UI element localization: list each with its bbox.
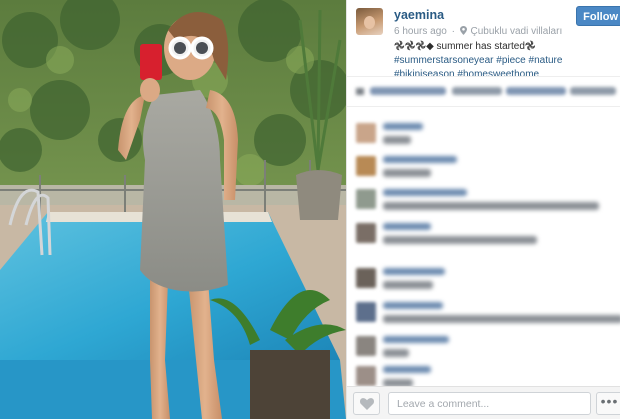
location-link[interactable]: Çubuklu vadi villaları bbox=[471, 26, 563, 37]
commenter-avatar[interactable] bbox=[356, 268, 376, 288]
post-details-panel: yaemina 6 hours ago · Çubuklu vadi villa… bbox=[346, 0, 620, 419]
likes-redaction bbox=[356, 87, 616, 95]
commenter-name[interactable] bbox=[383, 366, 431, 373]
photo-image bbox=[0, 0, 346, 419]
hashtag-link[interactable]: #bikiniseason bbox=[394, 69, 455, 80]
comment-footer: ••• bbox=[347, 386, 620, 419]
comment-item bbox=[356, 334, 618, 366]
commenter-name[interactable] bbox=[383, 156, 457, 163]
post-time[interactable]: 6 hours ago bbox=[394, 26, 447, 37]
commenter-name[interactable] bbox=[383, 123, 423, 130]
caption-emoji: 𖣘𖣘𖣘◆ bbox=[394, 41, 434, 52]
comment-text bbox=[383, 281, 433, 289]
commenter-avatar[interactable] bbox=[356, 123, 376, 143]
comment-text bbox=[383, 202, 599, 210]
username-link[interactable]: yaemina bbox=[394, 8, 444, 22]
comment-item bbox=[356, 121, 618, 153]
likes-list-blurred bbox=[356, 84, 618, 98]
comment-text bbox=[383, 169, 431, 177]
commenter-name[interactable] bbox=[383, 223, 431, 230]
location-pin-icon bbox=[459, 26, 467, 35]
commenter-avatar[interactable] bbox=[356, 156, 376, 176]
comment-item bbox=[356, 300, 620, 332]
comment-text bbox=[383, 236, 537, 244]
commenter-name[interactable] bbox=[383, 336, 449, 343]
more-options-button[interactable]: ••• bbox=[596, 392, 620, 415]
meta-separator: · bbox=[451, 26, 455, 37]
caption-text: summer has started bbox=[433, 41, 525, 52]
like-button[interactable] bbox=[353, 392, 380, 415]
follow-button[interactable]: Follow bbox=[576, 6, 620, 26]
comment-item bbox=[356, 154, 618, 186]
hashtag-link[interactable]: #nature bbox=[529, 55, 563, 66]
likes-divider bbox=[347, 106, 620, 107]
commenter-avatar[interactable] bbox=[356, 366, 376, 386]
hashtag-link[interactable]: #piece bbox=[496, 55, 525, 66]
ellipsis-icon: ••• bbox=[600, 393, 619, 409]
post-meta: 6 hours ago · Çubuklu vadi villaları bbox=[394, 26, 562, 37]
hashtag-link[interactable]: #homesweethome bbox=[457, 69, 539, 80]
commenter-name[interactable] bbox=[383, 302, 443, 309]
commenter-avatar[interactable] bbox=[356, 302, 376, 322]
comment-item bbox=[356, 266, 618, 298]
comment-text bbox=[383, 349, 409, 357]
comment-item bbox=[356, 221, 618, 253]
commenter-avatar[interactable] bbox=[356, 189, 376, 209]
comment-text bbox=[383, 136, 411, 144]
comment-text bbox=[383, 315, 620, 323]
header-divider bbox=[347, 76, 620, 77]
commenter-name[interactable] bbox=[383, 189, 467, 196]
commenter-avatar[interactable] bbox=[356, 336, 376, 356]
comment-input[interactable] bbox=[388, 392, 591, 415]
post-header: yaemina 6 hours ago · Çubuklu vadi villa… bbox=[347, 0, 620, 84]
comment-item bbox=[356, 187, 618, 219]
commenter-avatar[interactable] bbox=[356, 223, 376, 243]
user-avatar[interactable] bbox=[356, 8, 383, 35]
commenter-name[interactable] bbox=[383, 268, 445, 275]
caption-emoji-end: 𖣘 bbox=[524, 41, 536, 52]
hashtag-link[interactable]: #summerstarsoneyear bbox=[394, 55, 493, 66]
heart-icon bbox=[360, 398, 374, 410]
post-photo[interactable] bbox=[0, 0, 346, 419]
